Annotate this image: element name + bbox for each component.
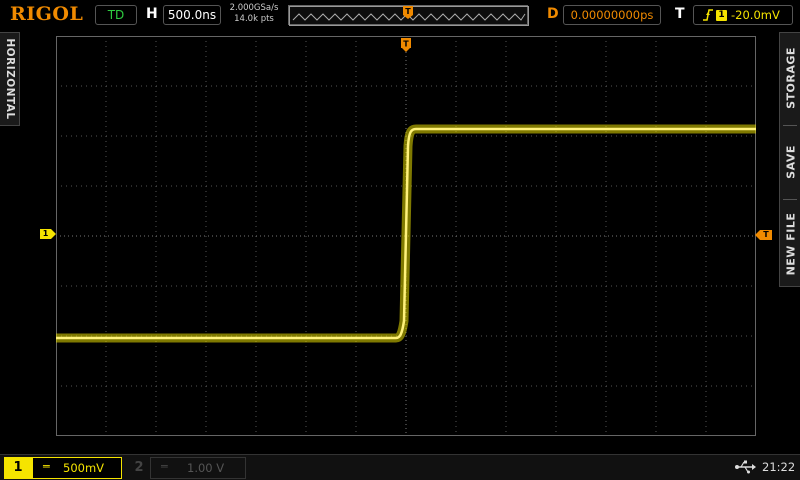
channel-2-scale: 1.00 V	[187, 461, 225, 475]
channel-1-offset-marker[interactable]: 1	[40, 229, 56, 239]
channel-1-number: 1	[4, 457, 32, 479]
timebase-mode-button[interactable]: TD	[95, 5, 137, 25]
storage-tab[interactable]: STORAGE	[780, 33, 800, 123]
storage-tab-label: STORAGE	[784, 47, 797, 109]
rising-edge-icon	[702, 6, 714, 29]
horizontal-tab-label: HORIZONTAL	[3, 38, 16, 120]
clock: 21:22	[762, 460, 796, 474]
delay-value-button[interactable]: 0.00000000ps	[563, 5, 661, 25]
delay-label: D	[547, 6, 559, 22]
memory-overview-bar[interactable]: T	[288, 5, 529, 26]
horizontal-scale-button[interactable]: 500.0ns	[163, 5, 221, 25]
memory-depth: 14.0k pts	[234, 14, 274, 24]
storage-menu-tabs: STORAGE SAVE NEW FILE	[779, 32, 800, 287]
horizontal-menu-tab[interactable]: HORIZONTAL	[0, 32, 20, 126]
save-tab[interactable]: SAVE	[780, 127, 800, 197]
channel-2-button[interactable]: 2 ═ 1.00 V	[128, 457, 248, 479]
memory-overview-waveform: T	[289, 6, 529, 26]
channel-1-scale: 500mV	[63, 461, 105, 475]
tab-divider	[783, 199, 797, 200]
trigger-level-marker[interactable]: T	[755, 230, 772, 240]
new-file-tab-label: NEW FILE	[784, 212, 797, 276]
trigger-position-marker[interactable]: T	[401, 38, 411, 52]
sample-info: 2.000GSa/s 14.0k pts	[226, 3, 282, 25]
trigger-settings-button[interactable]: 1 -20.0mV	[693, 5, 793, 25]
dc-coupling-icon: ═	[161, 460, 168, 473]
top-status-bar: RIGOL TD H 500.0ns 2.000GSa/s 14.0k pts …	[0, 0, 800, 30]
waveform-display[interactable]	[56, 36, 756, 436]
channel-2-info: ═ 1.00 V	[150, 457, 246, 479]
horizontal-label: H	[146, 6, 158, 22]
svg-text:T: T	[403, 40, 409, 49]
trigger-source: 1	[716, 10, 727, 21]
svg-text:T: T	[405, 7, 411, 16]
tab-divider	[783, 125, 797, 126]
channel-2-number: 2	[134, 460, 144, 475]
trigger-label: T	[675, 6, 685, 22]
sample-rate: 2.000GSa/s	[229, 3, 279, 13]
bottom-channel-bar: 1 ═ 500mV 2 ═ 1.00 V 21:22	[0, 454, 800, 480]
save-tab-label: SAVE	[784, 145, 797, 179]
trigger-level: -20.0mV	[731, 8, 780, 22]
channel-1-info: ═ 500mV	[32, 457, 122, 479]
usb-icon	[735, 460, 756, 474]
channel-1-waveform	[56, 124, 756, 343]
new-file-tab[interactable]: NEW FILE	[780, 201, 800, 287]
brand-logo: RIGOL	[10, 3, 84, 25]
dc-coupling-icon: ═	[43, 460, 50, 473]
channel-1-button[interactable]: 1 ═ 500mV	[4, 457, 124, 479]
